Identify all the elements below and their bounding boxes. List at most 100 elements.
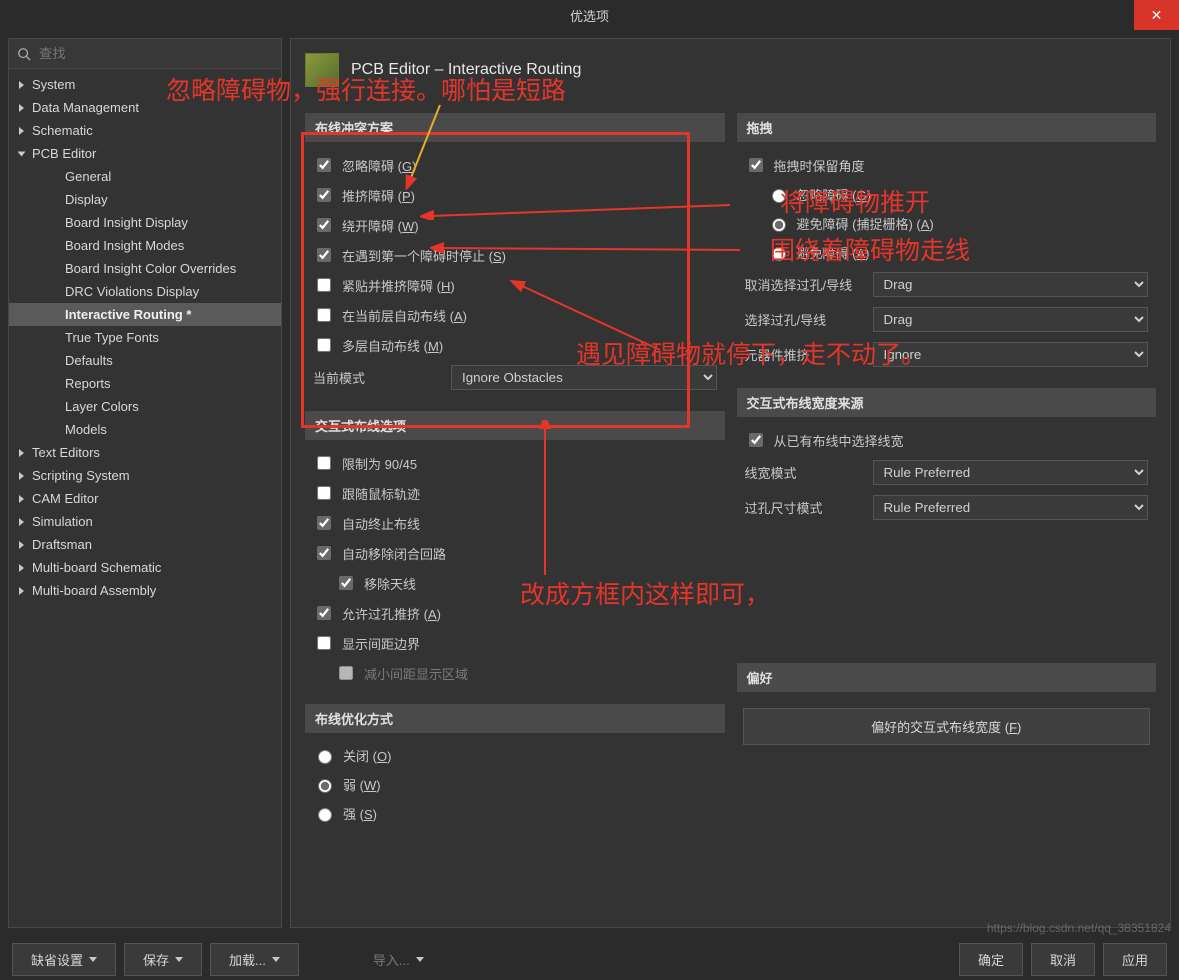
- nav-panel: System Data Management Schematic PCB Editor…: [8, 38, 282, 928]
- search-icon: [17, 47, 31, 61]
- tree-item-label: General: [65, 169, 111, 184]
- via-size-select[interactable]: Rule Preferred: [873, 495, 1149, 520]
- tree-item-drc-violations-display[interactable]: DRC Violations Display: [9, 280, 281, 303]
- chk-auto-multi[interactable]: [317, 338, 331, 352]
- close-button[interactable]: ✕: [1134, 0, 1179, 30]
- caret-icon: [19, 518, 24, 526]
- chk-keep-angle[interactable]: [749, 158, 763, 172]
- tree-item-label: Interactive Routing *: [65, 307, 191, 322]
- tree-item-label: CAM Editor: [32, 491, 98, 506]
- select-via-label: 选择过孔/导线: [745, 310, 865, 329]
- tree-item-display[interactable]: Display: [9, 188, 281, 211]
- radio-opt-strong[interactable]: [318, 808, 332, 822]
- defaults-button[interactable]: 缺省设置: [12, 943, 116, 976]
- caret-icon: [19, 104, 24, 112]
- page-title: PCB Editor – Interactive Routing: [351, 61, 581, 79]
- section-drag: 拖拽: [737, 113, 1157, 142]
- import-button: 导入...: [355, 944, 442, 975]
- content-panel: PCB Editor – Interactive Routing 布线冲突方案 …: [290, 38, 1171, 928]
- tree-item-simulation[interactable]: Simulation: [9, 510, 281, 533]
- radio-drag-avoid-snap[interactable]: [772, 218, 786, 232]
- chk-remove-antenna[interactable]: [339, 576, 353, 590]
- caret-icon: [19, 127, 24, 135]
- save-button[interactable]: 保存: [124, 943, 202, 976]
- chk-stop-first[interactable]: [317, 248, 331, 262]
- tree-item-reports[interactable]: Reports: [9, 372, 281, 395]
- tree-item-pcb-editor[interactable]: PCB Editor: [9, 142, 281, 165]
- caret-icon: [19, 495, 24, 503]
- tree-item-scripting-system[interactable]: Scripting System: [9, 464, 281, 487]
- window-title: 优选项: [570, 6, 609, 25]
- tree-item-label: Simulation: [32, 514, 93, 529]
- tree-item-text-editors[interactable]: Text Editors: [9, 441, 281, 464]
- tree-item-label: Reports: [65, 376, 111, 391]
- tree-item-general[interactable]: General: [9, 165, 281, 188]
- section-width-source: 交互式布线宽度来源: [737, 388, 1157, 417]
- tree-item-label: True Type Fonts: [65, 330, 159, 345]
- select-via-select[interactable]: Drag: [873, 307, 1149, 332]
- ok-button[interactable]: 确定: [959, 943, 1023, 976]
- tree-item-label: Data Management: [32, 100, 139, 115]
- caret-icon: [19, 564, 24, 572]
- radio-opt-off[interactable]: [318, 750, 332, 764]
- tree-item-label: PCB Editor: [32, 146, 96, 161]
- tree-item-schematic[interactable]: Schematic: [9, 119, 281, 142]
- tree-item-label: DRC Violations Display: [65, 284, 199, 299]
- apply-button[interactable]: 应用: [1103, 943, 1167, 976]
- tree-item-true-type-fonts[interactable]: True Type Fonts: [9, 326, 281, 349]
- tree-item-label: Board Insight Display: [65, 215, 188, 230]
- tree-item-label: System: [32, 77, 75, 92]
- tree-item-layer-colors[interactable]: Layer Colors: [9, 395, 281, 418]
- tree-item-data-management[interactable]: Data Management: [9, 96, 281, 119]
- tree-item-label: Multi-board Assembly: [32, 583, 156, 598]
- caret-icon: [19, 81, 24, 89]
- chk-from-existing[interactable]: [749, 433, 763, 447]
- chk-show-clearance[interactable]: [317, 636, 331, 650]
- tree-item-multi-board-schematic[interactable]: Multi-board Schematic: [9, 556, 281, 579]
- component-push-select[interactable]: Ignore: [873, 342, 1149, 367]
- tree-item-models[interactable]: Models: [9, 418, 281, 441]
- tree-item-interactive-routing-[interactable]: Interactive Routing *: [9, 303, 281, 326]
- tree-item-board-insight-color-overrides[interactable]: Board Insight Color Overrides: [9, 257, 281, 280]
- tree-item-label: Board Insight Color Overrides: [65, 261, 236, 276]
- radio-drag-ignore[interactable]: [772, 189, 786, 203]
- favorites-button[interactable]: 偏好的交互式布线宽度 (F): [743, 708, 1151, 745]
- tree-item-label: Display: [65, 192, 108, 207]
- chk-auto-terminate[interactable]: [317, 516, 331, 530]
- chk-follow-mouse[interactable]: [317, 486, 331, 500]
- cancel-button[interactable]: 取消: [1031, 943, 1095, 976]
- current-mode-label: 当前模式: [313, 368, 443, 387]
- section-conflict: 布线冲突方案: [305, 113, 725, 142]
- tree-item-system[interactable]: System: [9, 73, 281, 96]
- chk-push-obstacle[interactable]: [317, 188, 331, 202]
- chk-hug-push[interactable]: [317, 278, 331, 292]
- radio-opt-weak[interactable]: [318, 779, 332, 793]
- current-mode-select[interactable]: Ignore Obstacles: [451, 365, 717, 390]
- tree-item-label: Board Insight Modes: [65, 238, 184, 253]
- chk-auto-curr-layer[interactable]: [317, 308, 331, 322]
- chk-limit-9045[interactable]: [317, 456, 331, 470]
- radio-drag-avoid[interactable]: [772, 247, 786, 261]
- tree-item-board-insight-display[interactable]: Board Insight Display: [9, 211, 281, 234]
- page-icon: [305, 53, 339, 87]
- chk-walk-around[interactable]: [317, 218, 331, 232]
- component-push-label: 元器件推挤: [745, 345, 865, 364]
- tree-item-multi-board-assembly[interactable]: Multi-board Assembly: [9, 579, 281, 602]
- load-button[interactable]: 加载...: [210, 943, 299, 976]
- tree-item-label: Layer Colors: [65, 399, 139, 414]
- chk-ignore-obstacle[interactable]: [317, 158, 331, 172]
- tree-item-defaults[interactable]: Defaults: [9, 349, 281, 372]
- caret-icon: [19, 472, 24, 480]
- unselect-via-select[interactable]: Drag: [873, 272, 1149, 297]
- caret-icon: [19, 449, 24, 457]
- width-mode-select[interactable]: Rule Preferred: [873, 460, 1149, 485]
- watermark: https://blog.csdn.net/qq_38351824: [987, 921, 1171, 935]
- caret-icon: [19, 587, 24, 595]
- tree-item-board-insight-modes[interactable]: Board Insight Modes: [9, 234, 281, 257]
- search-input[interactable]: [37, 45, 273, 62]
- chk-allow-via-push[interactable]: [317, 606, 331, 620]
- tree-item-cam-editor[interactable]: CAM Editor: [9, 487, 281, 510]
- via-size-label: 过孔尺寸模式: [745, 498, 865, 517]
- tree-item-draftsman[interactable]: Draftsman: [9, 533, 281, 556]
- chk-remove-loop[interactable]: [317, 546, 331, 560]
